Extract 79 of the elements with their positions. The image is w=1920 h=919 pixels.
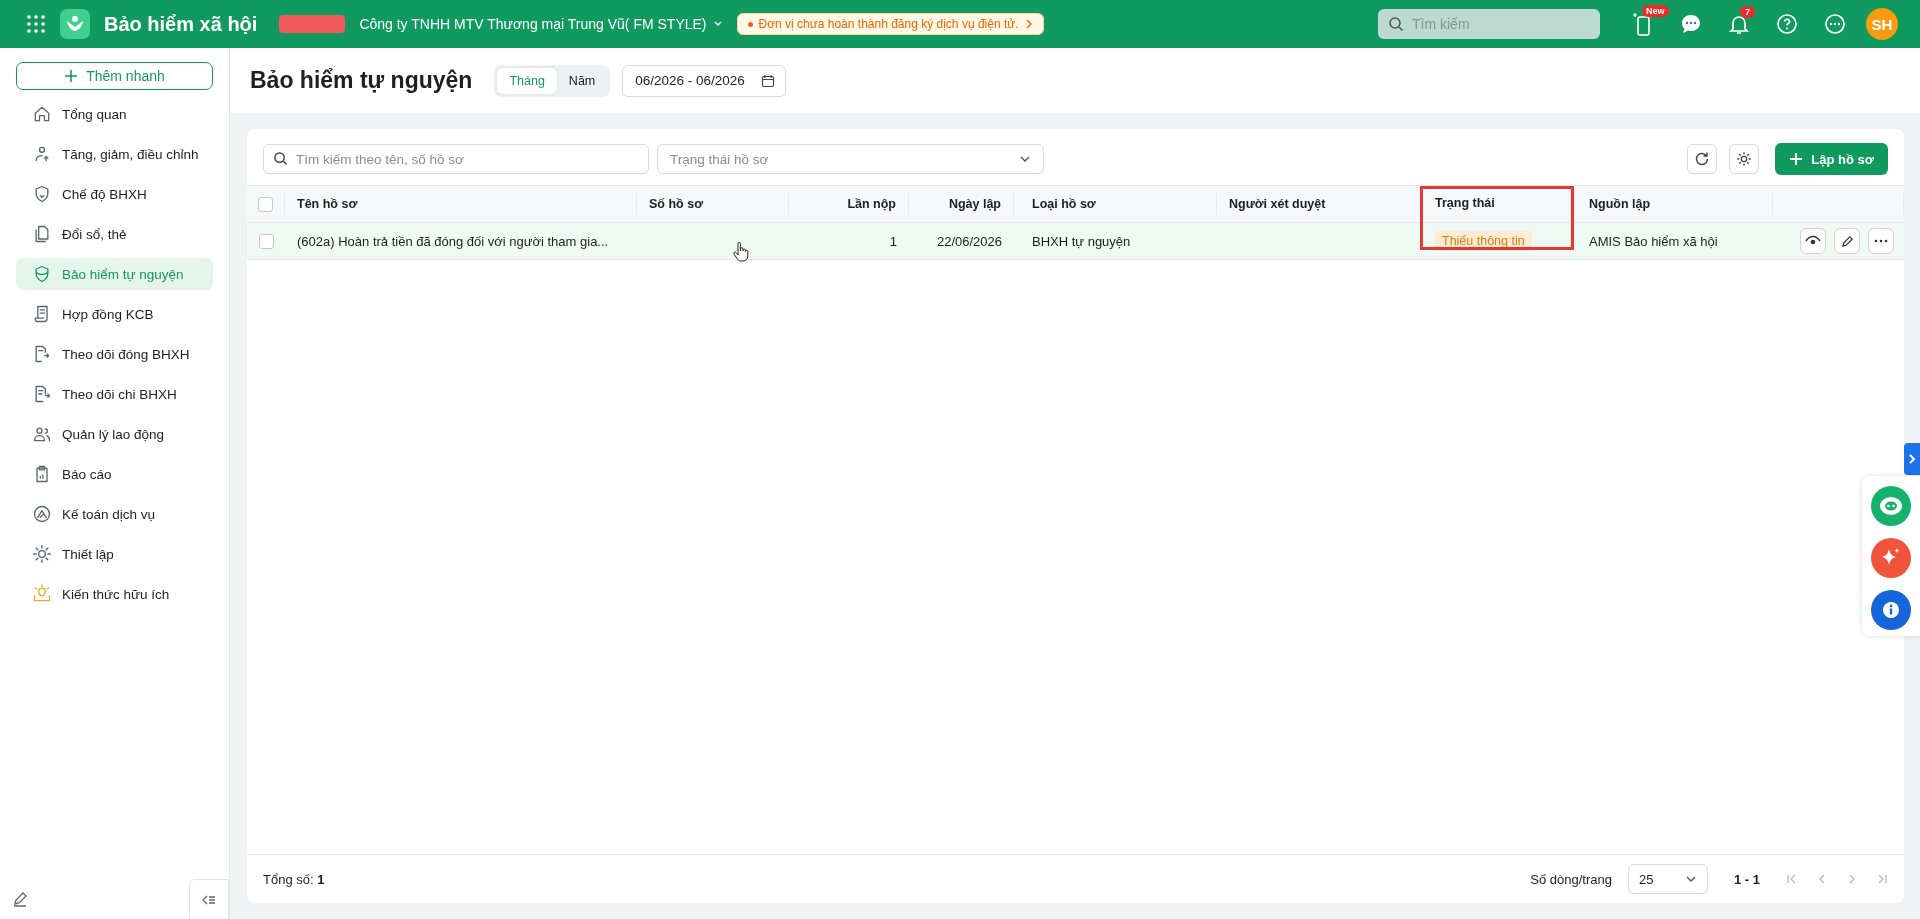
first-page-icon[interactable] bbox=[1786, 873, 1798, 885]
menu-icon bbox=[32, 504, 52, 524]
chevron-icon bbox=[1907, 453, 1917, 465]
sidebar-item[interactable]: Thiết lập bbox=[16, 538, 213, 570]
sparkle-icon[interactable] bbox=[1871, 538, 1911, 578]
table-cell-text: 1 bbox=[888, 232, 898, 251]
page-size-label: Số dòng/trang bbox=[1530, 871, 1612, 887]
sidebar-item[interactable]: Báo cáo bbox=[16, 458, 213, 490]
search-field[interactable]: Tìm kiếm bbox=[1378, 9, 1600, 39]
row-checkbox[interactable] bbox=[258, 233, 274, 249]
create-record-button[interactable]: Lập hồ sơ bbox=[1775, 143, 1888, 175]
sidebar-item[interactable]: Hợp đồng KCB bbox=[16, 298, 213, 330]
settings-button[interactable] bbox=[1729, 144, 1760, 174]
column-header: Tên hồ sơ bbox=[285, 193, 637, 215]
app-title: Bảo hiểm xã hội bbox=[104, 12, 258, 36]
search-field[interactable]: Tìm kiếm theo tên, số hồ sơ bbox=[263, 144, 649, 174]
status-dropdown[interactable]: Trạng thái hồ sơ bbox=[657, 144, 1044, 174]
column-header: Loại hồ sơ bbox=[1014, 193, 1217, 215]
chat-icon[interactable] bbox=[1680, 13, 1702, 35]
sidebar-item[interactable]: Tổng quan bbox=[16, 98, 213, 130]
menu-icon bbox=[32, 544, 52, 564]
view-button[interactable] bbox=[1800, 228, 1826, 254]
total-count: Tổng số: 1 bbox=[263, 871, 325, 887]
sidebar-item[interactable]: Tăng, giảm, điều chỉnh bbox=[16, 138, 213, 170]
column-header: Người xét duyệt bbox=[1217, 193, 1423, 215]
collapse-sidebar-button[interactable] bbox=[189, 879, 229, 919]
table-cell-text: BHXH tự nguyện bbox=[1031, 232, 1132, 251]
more-icon bbox=[1874, 239, 1888, 243]
sidebar-item[interactable]: Quản lý lao động bbox=[16, 418, 213, 450]
notification-count: 7 bbox=[1740, 6, 1755, 18]
page-size-dropdown[interactable]: 25 bbox=[1628, 864, 1708, 894]
more-icon[interactable] bbox=[1824, 13, 1846, 35]
app-grid-icon[interactable] bbox=[26, 14, 46, 34]
eye-icon bbox=[1805, 235, 1821, 247]
period-tab[interactable]: Tháng bbox=[497, 67, 557, 94]
table-cell-text: AMIS Bảo hiểm xã hội bbox=[1588, 232, 1719, 251]
logo-icon bbox=[60, 9, 90, 39]
date-range-picker[interactable]: 06/2026 - 06/2026 bbox=[622, 64, 786, 97]
column-header: Nguồn lập bbox=[1571, 193, 1773, 215]
table-cell-text: (602a) Hoàn trả tiền đã đóng đối với người tham gia... bbox=[296, 232, 610, 251]
column-header: Lần nộp bbox=[789, 193, 909, 215]
sidebar-item[interactable]: Chế độ BHXH bbox=[16, 178, 213, 210]
new-badge: New bbox=[1642, 5, 1669, 17]
sidebar-item[interactable]: Kế toán dịch vụ bbox=[16, 498, 213, 530]
last-page-icon[interactable] bbox=[1876, 873, 1888, 885]
bell-icon[interactable] bbox=[1728, 13, 1750, 35]
expand-panel-button[interactable] bbox=[1904, 443, 1920, 475]
page-range: 1 - 1 bbox=[1734, 871, 1760, 887]
period-tab[interactable]: Năm bbox=[556, 67, 608, 94]
pencil-icon bbox=[1840, 234, 1854, 248]
menu-icon bbox=[32, 104, 52, 124]
table-cell-text: 22/06/2026 bbox=[935, 232, 1003, 251]
plus-icon bbox=[64, 69, 79, 83]
sidebar-item[interactable]: Theo dõi đóng BHXH bbox=[16, 338, 213, 370]
refresh-button[interactable] bbox=[1687, 144, 1718, 174]
column-header: Ngày lập bbox=[909, 193, 1014, 215]
page-title: Bảo hiểm tự nguyện bbox=[250, 67, 473, 94]
plus-icon bbox=[1789, 152, 1804, 166]
info-icon[interactable] bbox=[1871, 590, 1911, 630]
menu-icon bbox=[32, 584, 52, 604]
hand-cursor-icon bbox=[733, 242, 749, 262]
sidebar-item[interactable]: Kiến thức hữu ích bbox=[16, 578, 213, 610]
quick-add-button[interactable]: Thêm nhanh bbox=[16, 62, 213, 90]
sidebar-item[interactable]: Theo dõi chi BHXH bbox=[16, 378, 213, 410]
sidebar-item[interactable]: Đổi sổ, thẻ bbox=[16, 218, 213, 250]
collapse-icon bbox=[202, 893, 216, 906]
account-badge bbox=[279, 15, 346, 33]
calendar-icon bbox=[760, 73, 775, 88]
edit-button[interactable] bbox=[1834, 228, 1860, 254]
select-all-checkbox[interactable] bbox=[258, 196, 273, 212]
refresh-icon bbox=[1694, 151, 1711, 167]
table-row[interactable]: (602a) Hoàn trả tiền đã đóng đối với người tham gia... 1 22/06/2026 BHXH tự nguyện Thiếu thông tin AMIS Bảo hiểm xã hội bbox=[247, 223, 1904, 260]
help-icon[interactable] bbox=[1776, 13, 1798, 35]
gear-icon bbox=[1736, 151, 1753, 167]
edit-icon[interactable] bbox=[12, 891, 28, 907]
chatbot-icon[interactable] bbox=[1871, 486, 1911, 526]
chevron-icon bbox=[1024, 19, 1033, 29]
company-selector[interactable]: Công ty TNHH MTV Thương mại Trung Vũ( FM STYLE) bbox=[359, 16, 723, 32]
column-header: Số hồ sơ bbox=[637, 193, 789, 215]
